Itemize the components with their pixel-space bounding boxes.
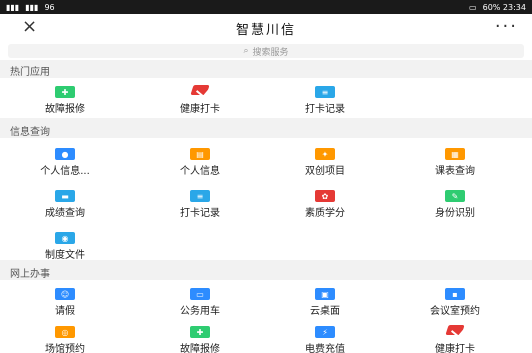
online-item-vehicle[interactable]: ▭ 公务用车 [145, 288, 255, 317]
item-label: 个人信息... [40, 166, 90, 177]
grades-icon: ▬ [55, 190, 75, 202]
item-label: 课表查询 [435, 166, 475, 177]
leave-request-icon: ☺ [55, 288, 75, 300]
electricity-recharge-icon: ⚡ [315, 326, 335, 338]
info-item-timetable[interactable]: ▦ 课表查询 [400, 148, 510, 177]
info-item-policy[interactable]: ◉ 制度文件 [10, 232, 120, 261]
hot-item-health-checkin[interactable]: 健康打卡 [145, 84, 255, 115]
profile-icon: ● [55, 148, 75, 160]
vehicle-icon: ▭ [190, 288, 210, 300]
info-item-profile[interactable]: ▤ 个人信息 [145, 148, 255, 177]
search-area: ⌕ 搜索服务 [0, 42, 532, 60]
online-item-electricity[interactable]: ⚡ 电费充值 [270, 326, 380, 353]
checkin-record-icon: ≡ [315, 86, 335, 98]
section-title-info: 信息查询 [10, 127, 50, 138]
policy-document-icon: ◉ [55, 232, 75, 244]
item-label: 个人信息 [180, 166, 220, 177]
item-label: 健康打卡 [435, 344, 475, 353]
page-title: 智慧川信 [235, 22, 296, 38]
health-checkin-icon [444, 324, 466, 338]
item-label: 场馆预约 [45, 344, 85, 353]
item-label: 打卡记录 [180, 208, 220, 219]
online-item-cloud-desktop[interactable]: ▣ 云桌面 [270, 288, 380, 317]
repair-icon: ✚ [190, 326, 210, 338]
info-item-project[interactable]: ✦ 双创项目 [270, 148, 380, 177]
battery-icon: ▭ [469, 2, 477, 12]
status-left-text: 96 [44, 2, 55, 12]
app-bar: × 智慧川信 ··· [0, 14, 532, 42]
meeting-room-icon: ▪ [445, 288, 465, 300]
online-item-venue-booking[interactable]: ◎ 场馆预约 [10, 326, 120, 353]
status-right-text: 60% 23:34 [482, 2, 526, 12]
checkin-record-icon: ≡ [190, 190, 210, 202]
item-label: 电费充值 [305, 344, 345, 353]
close-icon[interactable]: × [22, 18, 37, 36]
search-input[interactable]: ⌕ 搜索服务 [8, 44, 524, 58]
online-item-leave[interactable]: ☺ 请假 [10, 288, 120, 317]
cloud-desktop-icon: ▣ [315, 288, 335, 300]
venue-booking-icon: ◎ [55, 326, 75, 338]
item-label: 云桌面 [310, 306, 340, 317]
hot-item-repair[interactable]: ✚ 故障报修 [10, 86, 120, 115]
more-icon[interactable]: ··· [495, 16, 518, 37]
info-item-checkin-record[interactable]: ≡ 打卡记录 [145, 190, 255, 219]
info-item-grades[interactable]: ▬ 成绩查询 [10, 190, 120, 219]
item-label: 故障报修 [45, 104, 85, 115]
item-label: 公务用车 [180, 306, 220, 317]
section-title-hot: 热门应用 [10, 67, 50, 78]
item-label: 身份识别 [435, 208, 475, 219]
credit-icon: ✿ [315, 190, 335, 202]
search-placeholder: 搜索服务 [252, 47, 289, 58]
online-item-health-checkin[interactable]: 健康打卡 [400, 324, 510, 353]
info-item-id-recognition[interactable]: ✎ 身份识别 [400, 190, 510, 219]
item-label: 打卡记录 [305, 104, 345, 115]
timetable-icon: ▦ [445, 148, 465, 160]
status-left: ▮▮▮ ▮▮▮ 96 [6, 3, 55, 12]
status-bar: ▮▮▮ ▮▮▮ 96 ▭ 60% 23:34 [0, 0, 532, 14]
hot-item-checkin-record[interactable]: ≡ 打卡记录 [270, 86, 380, 115]
project-icon: ✦ [315, 148, 335, 160]
signal-icon: ▮▮▮ [6, 2, 20, 12]
item-label: 健康打卡 [180, 104, 220, 115]
status-right: ▭ 60% 23:34 [469, 3, 526, 12]
item-label: 双创项目 [305, 166, 345, 177]
profile-card-icon: ▤ [190, 148, 210, 160]
health-checkin-icon [189, 84, 211, 98]
item-label: 制度文件 [45, 250, 85, 261]
info-item-profile-more[interactable]: ● 个人信息... [10, 148, 120, 177]
signal-icon: ▮▮▮ [25, 2, 39, 12]
repair-icon: ✚ [55, 86, 75, 98]
item-label: 成绩查询 [45, 208, 85, 219]
online-item-repair[interactable]: ✚ 故障报修 [145, 326, 255, 353]
item-label: 请假 [55, 306, 75, 317]
item-label: 会议室预约 [430, 306, 480, 317]
info-item-credit[interactable]: ✿ 素质学分 [270, 190, 380, 219]
search-icon: ⌕ [243, 46, 249, 56]
item-label: 故障报修 [180, 344, 220, 353]
section-title-online: 网上办事 [10, 269, 50, 280]
id-recognition-icon: ✎ [445, 190, 465, 202]
item-label: 素质学分 [305, 208, 345, 219]
online-item-meeting-room[interactable]: ▪ 会议室预约 [400, 288, 510, 317]
